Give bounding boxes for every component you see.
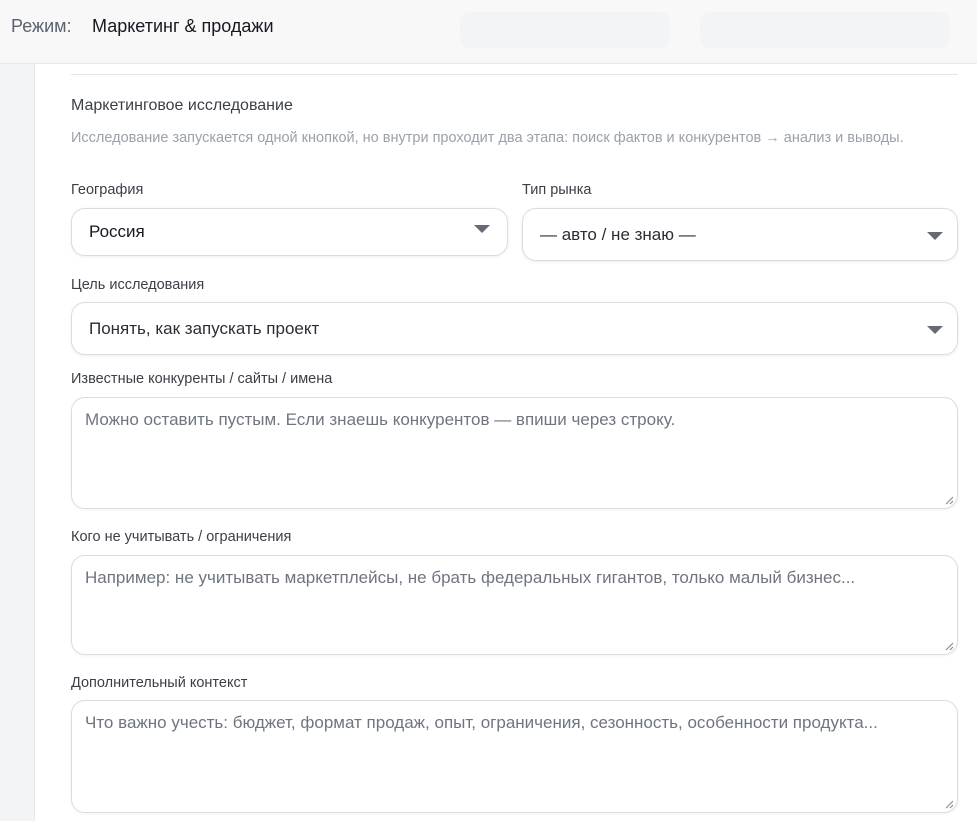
resize-grip-icon[interactable] [944,799,954,809]
section-title: Маркетинговое исследование [71,97,293,114]
goal-label: Цель исследования [71,277,205,293]
exclusions-textarea[interactable]: Например: не учитывать маркетплейсы, не … [71,555,958,655]
mode-value[interactable]: Маркетинг & продажи [92,16,274,37]
geography-select[interactable]: Россия [71,208,508,256]
left-gutter [0,64,34,821]
header-placeholder-block [700,12,950,48]
context-textarea[interactable]: Что важно учесть: бюджет, формат продаж,… [71,700,958,813]
mode-label: Режим: [11,16,72,36]
market-type-value: — авто / не знаю — [540,225,696,244]
chevron-down-icon [927,232,943,240]
goal-select[interactable]: Понять, как запускать проект [71,302,958,355]
chevron-down-icon [927,326,943,334]
resize-grip-icon[interactable] [944,495,954,505]
section-divider [71,74,958,75]
market-type-label: Тип рынка [522,182,592,198]
context-label: Дополнительный контекст [71,675,248,691]
context-placeholder: Что важно учесть: бюджет, формат продаж,… [85,713,878,732]
chevron-down-icon [474,225,490,233]
goal-value: Понять, как запускать проект [89,319,320,338]
exclusions-placeholder: Например: не учитывать маркетплейсы, не … [85,568,856,587]
competitors-placeholder: Можно оставить пустым. Если знаешь конку… [85,410,676,429]
exclusions-label: Кого не учитывать / ограничения [71,529,292,545]
competitors-textarea[interactable]: Можно оставить пустым. Если знаешь конку… [71,397,958,509]
market-type-select[interactable]: — авто / не знаю — [522,208,958,261]
header-placeholder-block [460,12,670,48]
competitors-label: Известные конкуренты / сайты / имена [71,371,333,387]
resize-grip-icon[interactable] [944,641,954,651]
mode-header: Режим: Маркетинг & продажи [0,0,977,64]
section-hint: Исследование запускается одной кнопкой, … [71,130,904,146]
geography-value: Россия [89,222,145,241]
geography-label: География [71,182,144,198]
